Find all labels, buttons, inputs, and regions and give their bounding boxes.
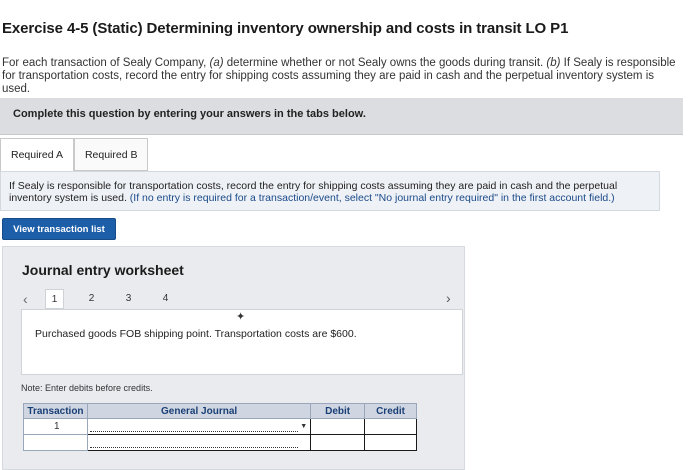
table-row: 1 ▼ [23,418,417,435]
tab-required-b[interactable]: Required B [73,138,149,171]
page-4[interactable]: 4 [156,289,175,309]
chevron-left-icon[interactable]: ‹ [23,291,45,307]
credit-input[interactable] [364,418,417,435]
page-2[interactable]: 2 [82,289,101,309]
worksheet-pager: ‹ 1 2 3 4 [23,289,193,309]
header-credit: Credit [364,403,417,419]
question-panel: If Sealy is responsible for transportati… [0,171,660,211]
journal-entry-worksheet: Journal entry worksheet ‹ 1 2 3 4 Purcha… [2,246,465,470]
account-select[interactable] [86,434,312,451]
account-select-value[interactable] [89,421,299,432]
question-hint: (If no entry is required for a transacti… [129,192,615,204]
page-1[interactable]: 1 [45,289,64,309]
question-text: If Sealy is responsible for transportati… [9,180,618,204]
chevron-right-icon[interactable]: › [446,290,451,306]
debit-input[interactable] [310,418,366,435]
header-transaction: Transaction [23,403,88,419]
tab-bar: Required A Required B [0,138,149,171]
instructions-text: Complete this question by entering your … [13,108,366,120]
view-transaction-list-button[interactable]: View transaction list [2,218,116,240]
transaction-number [23,434,88,451]
journal-table: Transaction General Journal Debit Credit… [23,403,417,451]
debit-input[interactable] [310,434,366,451]
entry-note: Note: Enter debits before credits. [21,383,153,393]
tab-required-a[interactable]: Required A [0,138,74,171]
dropdown-arrow-icon[interactable]: ▼ [300,423,307,430]
table-row [23,434,417,451]
page-3[interactable]: 3 [119,289,138,309]
account-select[interactable]: ▼ [86,418,312,435]
transaction-number: 1 [23,418,88,435]
page-title: Exercise 4-5 (Static) Determining invent… [2,20,569,37]
header-general-journal: General Journal [86,403,312,419]
credit-input[interactable] [364,434,417,451]
mouse-cursor-icon: ✦ [236,311,246,323]
transaction-description: Purchased goods FOB shipping point. Tran… [35,328,357,340]
worksheet-title: Journal entry worksheet [22,262,184,278]
intro-text: For each transaction of Sealy Company, (… [2,57,676,95]
account-select-value[interactable] [89,437,299,448]
instructions-banner: Complete this question by entering your … [0,98,683,135]
header-debit: Debit [310,403,366,419]
